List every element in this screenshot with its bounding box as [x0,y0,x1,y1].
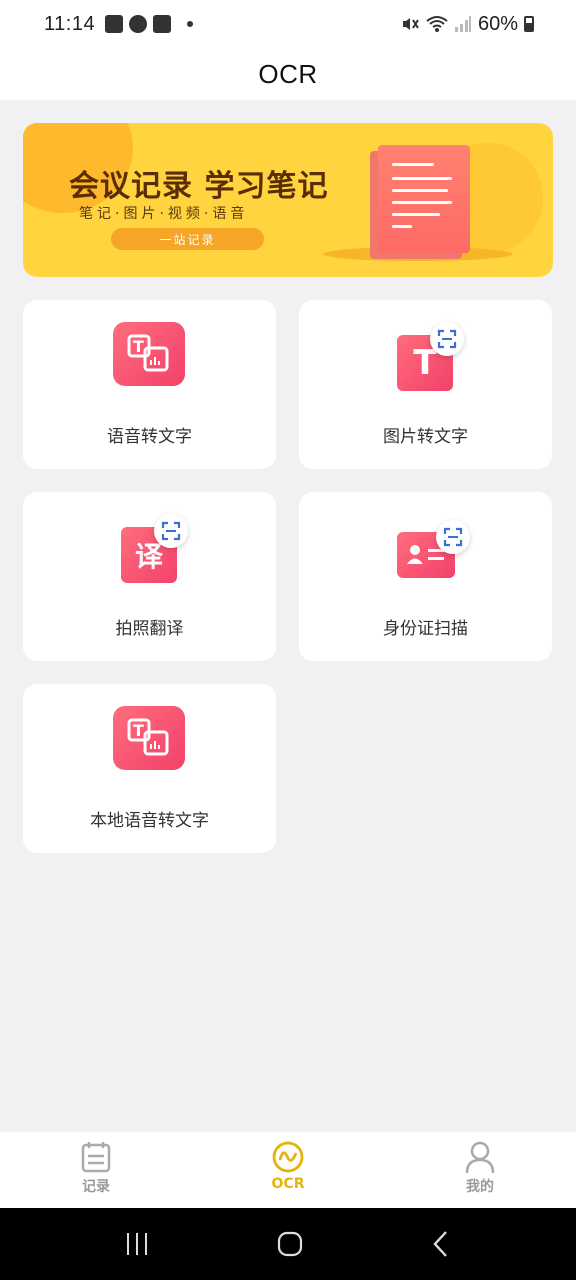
tab-records[interactable]: 记录 [0,1132,192,1208]
feature-label: 本地语音转文字 [90,811,209,831]
svg-text:T: T [133,337,144,356]
feature-card-photo-translate[interactable]: 译 拍照翻译 [23,492,276,661]
battery-icon [524,16,534,32]
bottom-tab-bar: 记录 OCR 我的 [0,1132,576,1208]
tab-label: 记录 [82,1179,110,1195]
banner-headline: 会议记录 学习笔记 [69,169,329,204]
recent-apps-icon[interactable] [122,1231,152,1257]
feature-label: 语音转文字 [107,427,192,447]
status-time: 11:14 [44,12,96,35]
feature-card-image-to-text[interactable]: T 图片转文字 [299,300,552,469]
status-bar: 11:14 60% [0,0,576,48]
cloud-icon [129,15,148,33]
system-nav-bar [0,1208,576,1280]
feature-label: 拍照翻译 [115,619,184,639]
notification-icons [105,15,194,33]
svg-text:T: T [133,721,144,740]
user-icon [465,1141,495,1174]
promo-banner[interactable]: 会议记录 学习笔记 笔记·图片·视频·语音 一站记录 [23,123,553,277]
notepad-icon [81,1142,111,1173]
feature-card-local-speech-to-text[interactable]: T 本地语音转文字 [23,684,276,853]
feature-label: 图片转文字 [383,427,468,447]
local-speech-to-text-icon: T [113,706,185,770]
gallery-icon [105,15,124,33]
tab-mine[interactable]: 我的 [384,1132,576,1208]
scan-icon [436,520,470,554]
document-illustration [378,145,470,253]
signal-icon [454,16,471,32]
tab-ocr[interactable]: OCR [192,1132,384,1208]
banner-pill: 一站记录 [111,228,264,250]
ocr-wave-icon [272,1141,304,1173]
feature-card-speech-to-text[interactable]: T 语音转文字 [23,300,276,469]
back-icon[interactable] [428,1229,454,1259]
page-title: OCR [258,58,318,89]
banner-subtitle: 笔记·图片·视频·语音 [79,206,249,222]
tab-label: OCR [271,1176,305,1192]
app-bar: OCR [0,48,576,100]
scan-icon [154,514,188,548]
system-icons: 60% [400,13,534,36]
scan-icon [430,322,464,356]
bus-icon [153,15,172,33]
mute-icon [402,18,419,30]
tab-label: 我的 [466,1179,494,1195]
speech-to-text-icon: T [113,322,185,386]
feature-card-id-card-scan[interactable]: 身份证扫描 [299,492,552,661]
more-notifications-icon [187,21,194,27]
feature-label: 身份证扫描 [383,619,468,639]
battery-percent: 60% [477,12,518,35]
wifi-icon [426,16,448,32]
home-icon[interactable] [275,1229,305,1259]
